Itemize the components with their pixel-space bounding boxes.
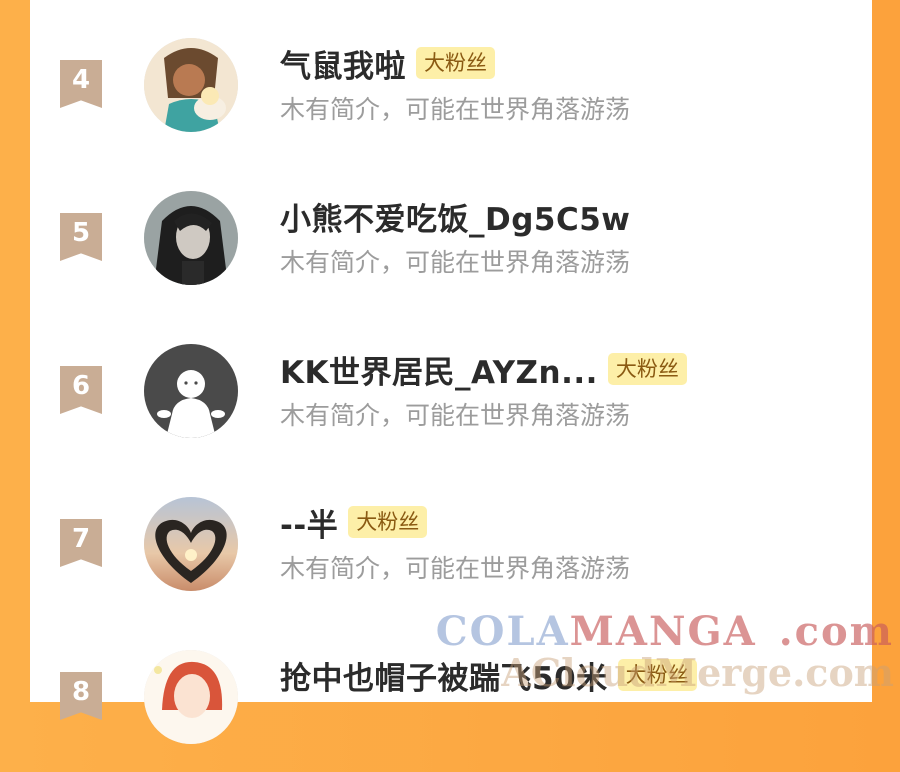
fan-badge: 大粉丝 bbox=[416, 47, 495, 79]
dark-hair-portrait-avatar bbox=[144, 191, 238, 285]
username[interactable]: 抢中也帽子被踹飞50米 bbox=[280, 653, 608, 698]
username[interactable]: 小熊不爱吃饭_Dg5C5w bbox=[280, 194, 630, 239]
avatar[interactable] bbox=[144, 650, 238, 744]
list-item[interactable]: 5 小熊不爱吃饭_Dg5C5w 木有简介，可能在世界角落游荡 bbox=[30, 183, 872, 313]
rank-ribbon: 6 bbox=[60, 366, 102, 414]
fan-badge: 大粉丝 bbox=[607, 353, 687, 385]
fan-badge: 大粉丝 bbox=[348, 506, 428, 538]
list-item[interactable]: 8 抢中也帽子被踹飞50米 大粉丝 bbox=[30, 642, 872, 772]
heart-hands-sunset-avatar bbox=[144, 497, 238, 591]
name-line: 气鼠我啦 大粉丝 bbox=[280, 44, 495, 85]
name-line: 抢中也帽子被踹飞50米 大粉丝 bbox=[280, 656, 697, 697]
user-bio: 木有简介，可能在世界角落游荡 bbox=[280, 554, 631, 583]
rank-ribbon: 8 bbox=[60, 672, 102, 720]
user-bio: 木有简介，可能在世界角落游荡 bbox=[280, 401, 631, 430]
rank-ribbon: 5 bbox=[60, 213, 102, 261]
username[interactable]: KK世界居民_AYZn... bbox=[280, 347, 598, 392]
fan-ranking-list: 4 气鼠我啦 大粉丝 木有简介，可能在世界角落游荡 5 小熊不爱吃饭_Dg5C5… bbox=[30, 0, 872, 744]
rank-ribbon: 7 bbox=[60, 519, 102, 567]
username[interactable]: 气鼠我啦 bbox=[280, 41, 406, 86]
fan-badge: 大粉丝 bbox=[617, 659, 697, 691]
default-ghost-avatar bbox=[144, 344, 238, 438]
avatar[interactable] bbox=[144, 38, 238, 132]
avatar[interactable] bbox=[144, 344, 238, 438]
avatar[interactable] bbox=[144, 497, 238, 591]
list-item[interactable]: 6 KK世界居民_AYZn... 大粉丝 木有简介，可能在世界角落游荡 bbox=[30, 336, 872, 466]
rank-ribbon: 4 bbox=[60, 60, 102, 108]
name-line: KK世界居民_AYZn... 大粉丝 bbox=[280, 350, 687, 391]
user-bio: 木有简介，可能在世界角落游荡 bbox=[280, 95, 631, 124]
avatar[interactable] bbox=[144, 191, 238, 285]
anime-character-avatar bbox=[144, 38, 238, 132]
list-item[interactable]: 7 --半 大粉丝 木有简介，可能在世界角落游荡 bbox=[30, 489, 872, 619]
red-hair-character-avatar bbox=[144, 650, 238, 744]
username[interactable]: --半 bbox=[280, 500, 338, 545]
name-line: 小熊不爱吃饭_Dg5C5w bbox=[280, 197, 630, 238]
user-bio: 木有简介，可能在世界角落游荡 bbox=[280, 248, 631, 277]
name-line: --半 大粉丝 bbox=[280, 503, 428, 544]
list-item[interactable]: 4 气鼠我啦 大粉丝 木有简介，可能在世界角落游荡 bbox=[30, 30, 872, 160]
